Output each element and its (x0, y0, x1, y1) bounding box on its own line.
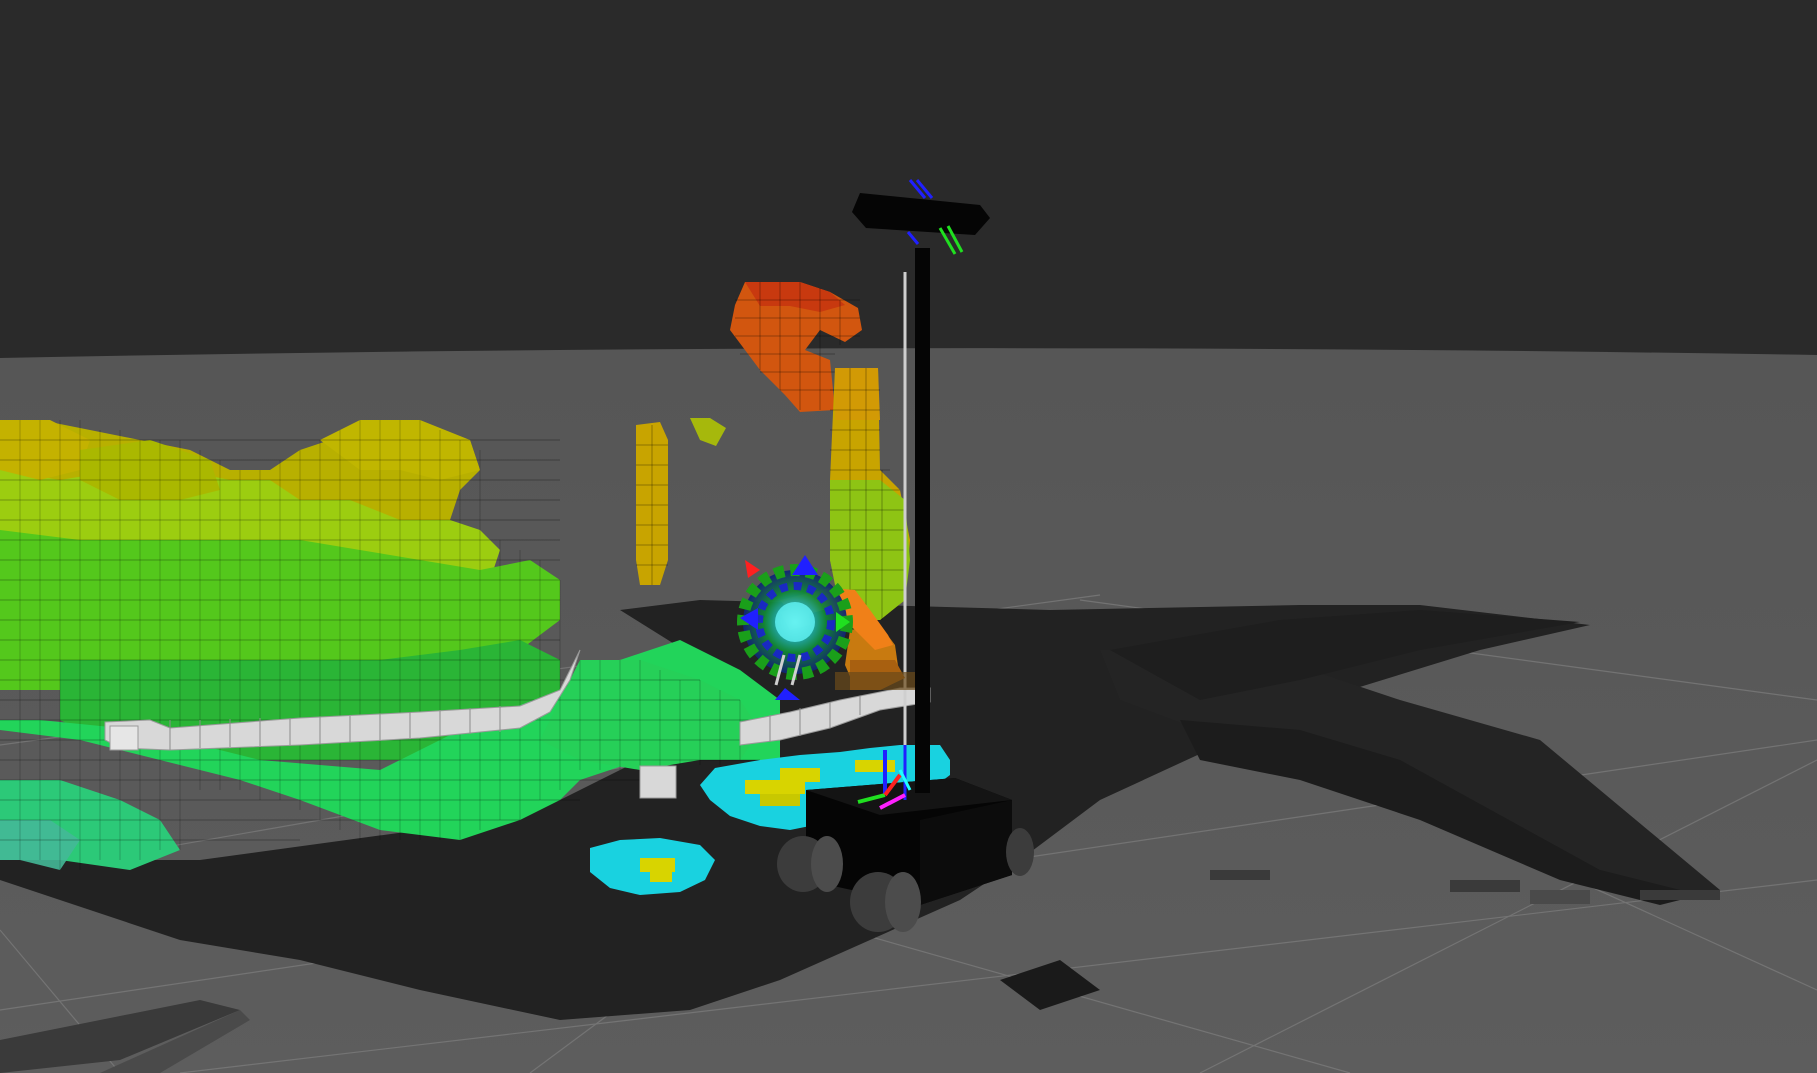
scene-canvas[interactable] (0, 0, 1817, 1073)
robot-mast (915, 248, 930, 793)
3d-viewport[interactable] (0, 0, 1817, 1073)
